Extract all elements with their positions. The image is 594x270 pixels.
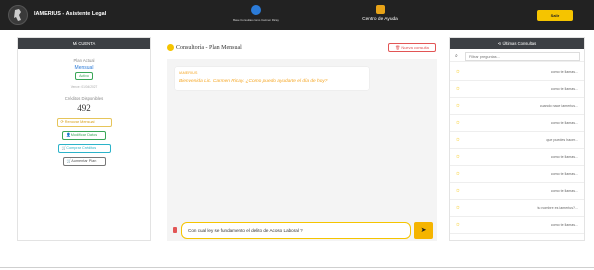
- bot-name: IAMERIUS: [179, 71, 198, 75]
- history-item[interactable]: ✩ cuando nace iamerius...: [450, 98, 584, 115]
- chat-title-text: Consultoría - Plan Mensual: [176, 44, 242, 51]
- credits-label: Créditos Disponibles: [64, 96, 104, 101]
- history-filter: ⌕: [450, 51, 584, 62]
- search-icon: ⌕: [455, 53, 458, 59]
- help-center-link[interactable]: Centro de Ayuda: [355, 5, 405, 22]
- chat-header: Consultoría - Plan Mensual 🗑 Nueva consu…: [167, 41, 437, 55]
- plan-label: Plan Actual: [73, 58, 95, 63]
- bot-message: IAMERIUS Bienvenida Lic. Carmen Ricay. ¿…: [175, 67, 369, 90]
- history-item-text: como te llamas...: [550, 121, 578, 125]
- history-item-text: como te llamas...: [550, 87, 578, 91]
- star-icon: ✩: [456, 205, 460, 210]
- exit-button[interactable]: Salir: [537, 10, 573, 21]
- app-title: IAMERIUS - Asistente Legal: [34, 11, 107, 17]
- star-icon: ✩: [456, 137, 460, 142]
- history-item[interactable]: ✩ como te llamas...: [450, 64, 584, 81]
- star-icon: ✩: [456, 188, 460, 193]
- renewal-date: Vence: 01/04/2027: [70, 85, 98, 89]
- history-item[interactable]: ✩ como te llamas...: [450, 81, 584, 98]
- history-item[interactable]: ✩ como te llamas...: [450, 115, 584, 132]
- bot-message-text: Bienvenida Lic. Carmen Ricay. ¿Como pued…: [179, 79, 328, 84]
- buy-credits-button[interactable]: 🛒Comprar Créditos: [57, 144, 111, 153]
- credits-value: 492: [77, 103, 91, 113]
- brand-tagline: Base Consultas como Carmen Ricay: [233, 18, 279, 22]
- edit-profile-label: Modificar Datos: [70, 133, 98, 137]
- brand-center: Base Consultas como Carmen Ricay: [226, 5, 286, 22]
- chat-messages: IAMERIUS Bienvenida Lic. Carmen Ricay. ¿…: [167, 59, 437, 219]
- history-item[interactable]: ✩ como te llamas...: [450, 217, 584, 234]
- star-icon: ✩: [456, 222, 460, 227]
- history-item[interactable]: ✩ como te llamas...: [450, 183, 584, 200]
- star-icon: ✩: [456, 103, 460, 108]
- history-header-text: Últimas Consultas: [502, 41, 537, 46]
- edit-profile-button[interactable]: 👤Modificar Datos: [62, 131, 106, 140]
- send-icon: ➤: [420, 227, 427, 234]
- star-icon: ✩: [456, 86, 460, 91]
- brand-logo-icon: [251, 5, 261, 15]
- buy-credits-label: Comprar Créditos: [66, 146, 97, 150]
- history-header: ⟲ Últimas Consultas: [450, 38, 584, 49]
- history-item-text: que puedes hacer...: [546, 138, 578, 142]
- help-icon: [375, 5, 385, 14]
- account-header: Mi CUENTA: [18, 38, 150, 49]
- status-badge: Activo: [75, 72, 93, 80]
- account-panel: Mi CUENTA Plan Actual Mensual Activo Ven…: [17, 37, 151, 241]
- app-logo: [8, 5, 28, 25]
- new-consultation-label: Nueva consulta: [401, 45, 429, 50]
- history-item[interactable]: ✩ tu nombre es iamerius?...: [450, 200, 584, 217]
- bot-avatar-icon: [167, 44, 174, 51]
- plan-name: Mensual: [74, 65, 94, 71]
- history-item-text: como te llamas...: [550, 189, 578, 193]
- new-consultation-button[interactable]: 🗑 Nueva consulta: [388, 43, 436, 52]
- chat-title: Consultoría - Plan Mensual: [167, 44, 242, 51]
- history-item-text: como te llamas...: [550, 223, 578, 227]
- history-item[interactable]: ✩ como te llamas...: [450, 166, 584, 183]
- history-panel: ⟲ Últimas Consultas ⌕ ✩ como te llamas...…: [449, 37, 585, 241]
- history-item-text: como te llamas...: [550, 70, 578, 74]
- history-search-input[interactable]: [465, 52, 580, 61]
- renew-plan-button[interactable]: ⟳ Renovar Mensual: [56, 118, 112, 127]
- help-center-label: Centro de Ayuda: [362, 17, 398, 22]
- chat-input[interactable]: [181, 222, 411, 239]
- chat-input-bar: ➤: [167, 219, 437, 241]
- history-item[interactable]: ✩ como te llamas...: [450, 149, 584, 166]
- upgrade-plan-button[interactable]: 🛒Aumentar Plan: [62, 157, 106, 166]
- footer-divider: [0, 267, 594, 268]
- top-navbar: IAMERIUS - Asistente Legal Base Consulta…: [0, 0, 594, 30]
- renew-plan-label: Renovar Mensual: [64, 120, 95, 124]
- upgrade-plan-label: Aumentar Plan: [71, 159, 97, 163]
- history-item-text: como te llamas...: [550, 172, 578, 176]
- history-item[interactable]: ✩ que puedes hacer...: [450, 132, 584, 149]
- microphone-icon[interactable]: [173, 227, 177, 233]
- star-icon: ✩: [456, 154, 460, 159]
- star-icon: ✩: [456, 69, 460, 74]
- star-icon: ✩: [456, 120, 460, 125]
- history-item-text: cuando nace iamerius...: [539, 104, 578, 108]
- history-item-text: tu nombre es iamerius?...: [537, 206, 578, 210]
- star-icon: ✩: [456, 171, 460, 176]
- history-item-text: como te llamas...: [550, 155, 578, 159]
- send-button[interactable]: ➤: [414, 222, 433, 239]
